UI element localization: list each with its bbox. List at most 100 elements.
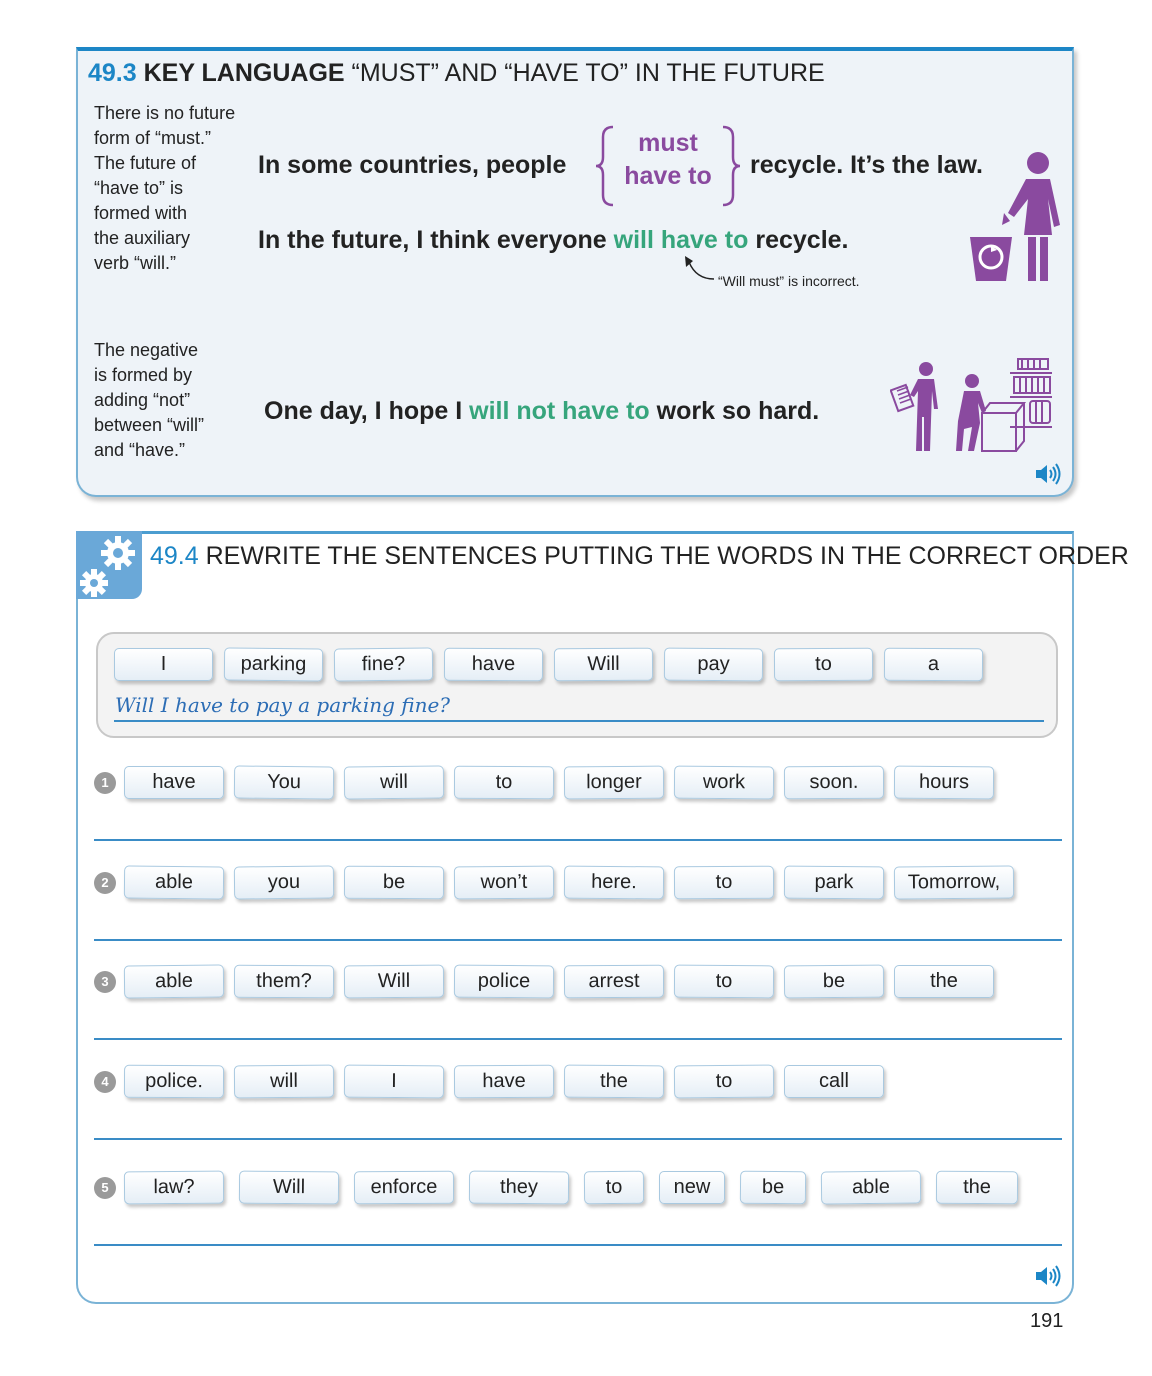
- audio-speaker-icon[interactable]: [1034, 1264, 1062, 1288]
- highlighted-phrase: will have to: [613, 226, 749, 254]
- answer-line[interactable]: [94, 1138, 1062, 1140]
- note-line: verb “will.”: [94, 253, 177, 273]
- answer-line[interactable]: [94, 1038, 1062, 1040]
- recycling-woman-icon: [970, 152, 1060, 281]
- audio-speaker-icon[interactable]: [1034, 462, 1062, 486]
- note-line: adding “not”: [94, 390, 191, 410]
- answer-line[interactable]: [94, 939, 1062, 941]
- note-line: between “will”: [94, 415, 205, 435]
- word-chip[interactable]: police.: [123, 1064, 225, 1099]
- word-chip[interactable]: law?: [123, 1170, 225, 1205]
- example-sentence-2: In the future, I think everyone will hav…: [258, 226, 848, 255]
- word-chip[interactable]: able: [820, 1170, 922, 1205]
- word-chip[interactable]: have: [124, 766, 224, 799]
- word-chip[interactable]: able: [123, 964, 225, 999]
- exercise-number: 49.4: [150, 542, 199, 570]
- incorrect-note: “Will must” is incorrect.: [718, 273, 860, 289]
- word-chip[interactable]: longer: [563, 765, 665, 800]
- gear-icon: [80, 536, 135, 597]
- row-number: 4: [94, 1071, 116, 1093]
- word-chip[interactable]: you: [233, 865, 335, 900]
- exercise-title: 49.4 REWRITE THE SENTENCES PUTTING THE W…: [150, 542, 1129, 571]
- note-line: form of “must.”: [94, 128, 212, 148]
- exercise-panel: 49.4 REWRITE THE SENTENCES PUTTING THE W…: [76, 531, 1129, 1304]
- section-title: 49.3 KEY LANGUAGE “MUST” AND “HAVE TO” I…: [88, 59, 825, 88]
- word-chip[interactable]: Will: [553, 647, 654, 682]
- word-chip[interactable]: enforce: [353, 1170, 455, 1205]
- example-answer-line: [114, 720, 1044, 722]
- word-chip[interactable]: soon.: [783, 765, 885, 800]
- word-chip[interactable]: Will: [238, 1170, 340, 1205]
- word-chip[interactable]: Will: [343, 964, 445, 999]
- note-line: The future of: [94, 153, 197, 173]
- word-chip[interactable]: pay: [663, 647, 764, 682]
- answer-line[interactable]: [94, 1244, 1062, 1246]
- word-chip[interactable]: park: [783, 865, 885, 900]
- sentence-text: work so hard.: [656, 397, 820, 425]
- word-chip[interactable]: here.: [563, 865, 665, 900]
- exercise-instructions: REWRITE THE SENTENCES PUTTING THE WORDS …: [205, 542, 1129, 570]
- word-chip[interactable]: new: [659, 1171, 725, 1204]
- row-number: 5: [94, 1177, 116, 1199]
- note-line: “have to” is: [94, 178, 184, 198]
- exercise-badge: [76, 531, 142, 599]
- future-form-note: There is no future form of “must.” The f…: [94, 101, 235, 276]
- word-chip[interactable]: work: [673, 765, 775, 800]
- word-chip[interactable]: arrest: [563, 964, 665, 999]
- word-chip[interactable]: to: [583, 1170, 645, 1205]
- section-title-text: “MUST” AND “HAVE TO” IN THE FUTURE: [351, 59, 825, 87]
- highlighted-phrase: will not have to: [469, 397, 650, 425]
- word-chip[interactable]: to: [773, 647, 874, 682]
- word-chip[interactable]: have: [453, 1064, 555, 1099]
- note-line: There is no future: [94, 103, 236, 123]
- word-chip[interactable]: a: [883, 647, 984, 682]
- example-answer: Will I have to pay a parking fine?: [115, 693, 451, 717]
- word-chip[interactable]: hours: [893, 765, 995, 800]
- note-line: The negative: [94, 340, 199, 360]
- word-chip[interactable]: to: [673, 964, 775, 999]
- word-chip[interactable]: parking: [223, 647, 324, 682]
- modal-options-brace: must have to: [593, 121, 743, 211]
- word-chip[interactable]: be: [343, 865, 445, 900]
- note-line: is formed by: [94, 365, 193, 385]
- word-chip[interactable]: to: [673, 1064, 775, 1099]
- example-sentence-1-end: recycle. It’s the law.: [750, 151, 983, 179]
- word-chip[interactable]: they: [468, 1170, 570, 1205]
- note-line: and “have.”: [94, 440, 186, 460]
- word-chip[interactable]: I: [114, 648, 213, 681]
- word-chip[interactable]: to: [453, 765, 555, 800]
- word-chip[interactable]: have: [443, 647, 544, 682]
- word-chip[interactable]: fine?: [333, 647, 434, 682]
- option-must: must: [638, 129, 698, 157]
- key-language-panel: 49.3 KEY LANGUAGE “MUST” AND “HAVE TO” I…: [76, 47, 1074, 497]
- example-sentence-3: One day, I hope I will not have to work …: [264, 397, 819, 426]
- word-chip[interactable]: them?: [233, 964, 335, 999]
- word-chip[interactable]: You: [233, 765, 335, 800]
- word-chip[interactable]: be: [739, 1170, 807, 1205]
- sentence-text: In the future, I think everyone: [258, 226, 607, 254]
- option-have-to: have to: [624, 162, 712, 190]
- section-number: 49.3: [88, 59, 137, 87]
- word-chip[interactable]: the: [894, 965, 994, 998]
- word-chip[interactable]: the: [935, 1170, 1019, 1205]
- word-chip[interactable]: to: [673, 865, 775, 900]
- word-chip[interactable]: won’t: [453, 865, 555, 900]
- answer-line[interactable]: [94, 839, 1062, 841]
- section-key-label: KEY LANGUAGE: [143, 59, 345, 87]
- note-line: formed with: [94, 203, 188, 223]
- word-chip[interactable]: police: [453, 964, 555, 999]
- word-chip[interactable]: I: [343, 1064, 445, 1099]
- row-number: 1: [94, 772, 116, 794]
- workers-icon: [890, 358, 1052, 452]
- word-chip[interactable]: able: [123, 865, 225, 900]
- word-chip[interactable]: Tomorrow,: [893, 865, 1015, 900]
- word-chip[interactable]: will: [343, 765, 445, 800]
- word-chip[interactable]: be: [783, 964, 885, 999]
- word-chip[interactable]: will: [233, 1064, 335, 1099]
- word-chip[interactable]: call: [784, 1065, 884, 1098]
- negative-form-note: The negative is formed by adding “not” b…: [94, 338, 204, 463]
- page-number: 191: [1030, 1310, 1064, 1332]
- sentence-text: One day, I hope I: [264, 397, 463, 425]
- example-box: Iparking fine? have Will pay to a Will I have …: [96, 632, 1058, 738]
- word-chip[interactable]: the: [563, 1064, 665, 1099]
